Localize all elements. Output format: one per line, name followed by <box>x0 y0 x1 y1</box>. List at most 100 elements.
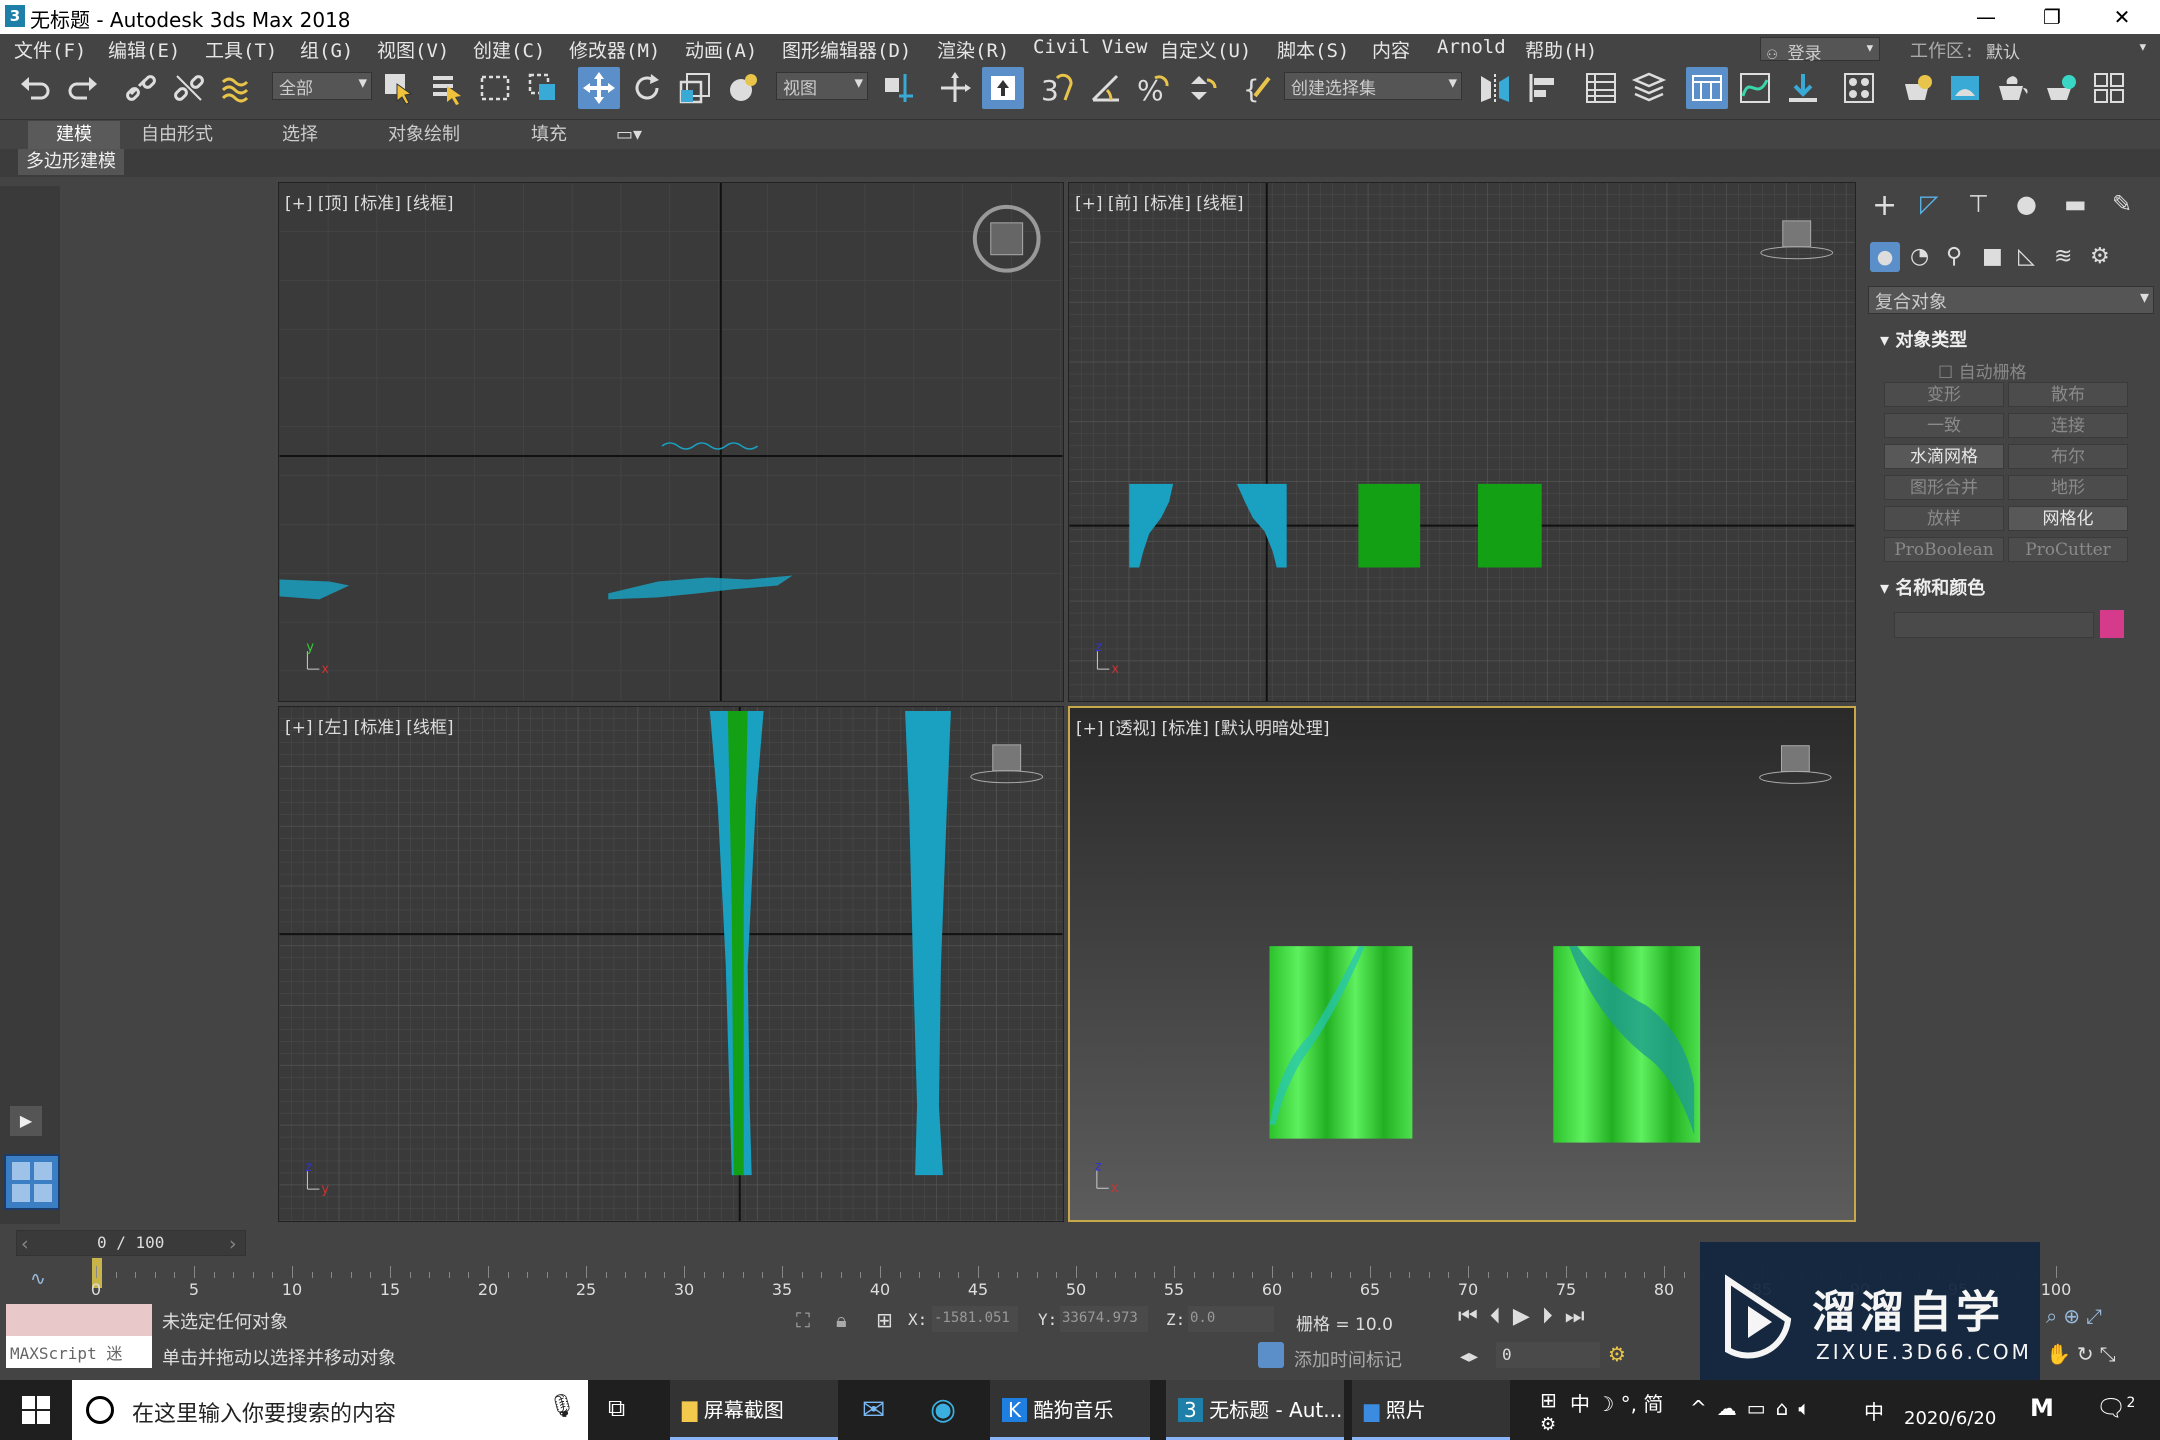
meet-now-icon[interactable]: M <box>2030 1394 2054 1422</box>
menu-file[interactable]: 文件(F) <box>14 36 86 63</box>
ime-grid-icon[interactable]: ⊞ <box>1540 1388 1557 1412</box>
time-tag-icon[interactable] <box>1258 1342 1284 1368</box>
btn-loft[interactable]: 放样 <box>1884 506 2004 531</box>
percent-snap-icon[interactable]: % <box>1132 67 1174 109</box>
menu-arnold[interactable]: Arnold <box>1437 36 1506 58</box>
menu-tools[interactable]: 工具(T) <box>205 36 277 63</box>
isolate-selection-icon[interactable]: ⛶ <box>796 1308 810 1332</box>
menu-scripting[interactable]: 脚本(S) <box>1277 36 1349 63</box>
taskbar-app-kugou[interactable]: K 酷狗音乐 <box>990 1380 1150 1440</box>
btn-procutter[interactable]: ProCutter <box>2008 537 2128 562</box>
menu-graph-editors[interactable]: 图形编辑器(D) <box>782 36 911 63</box>
curtain-perspective-1[interactable] <box>1269 946 1413 1139</box>
menu-content[interactable]: 内容 <box>1372 36 1410 63</box>
viewport-label-perspective[interactable]: [+] [透视] [标准] [默认明暗处理] <box>1076 714 1330 739</box>
ime-settings-icon[interactable]: ⚙ <box>1540 1414 1556 1435</box>
windows-start-icon[interactable] <box>22 1396 50 1424</box>
select-and-rotate-icon[interactable] <box>626 67 668 109</box>
shapes-icon[interactable]: ◔ <box>1910 244 1929 269</box>
lights-icon[interactable]: ⚲ <box>1946 244 1962 269</box>
maxscript-mini-listener[interactable]: MAXScript 迷 <box>6 1336 152 1368</box>
rollout-name-and-color[interactable]: ▾ 名称和颜色 <box>1880 574 1985 600</box>
select-by-name-icon[interactable] <box>426 67 468 109</box>
scene-explorer-icon[interactable] <box>1580 67 1622 109</box>
edit-named-selection-icon[interactable]: { <box>1238 67 1280 109</box>
render-setup-icon[interactable] <box>1896 67 1938 109</box>
a360-gallery-icon[interactable] <box>2088 67 2130 109</box>
tab-freeform[interactable]: 自由形式 <box>125 121 229 149</box>
x-coordinate-field[interactable]: -1581.051 <box>932 1306 1018 1332</box>
y-coordinate-field[interactable]: 33674.973 <box>1060 1306 1148 1332</box>
viewport-left[interactable]: zy [+] [左] [标准] [线框] <box>278 706 1064 1222</box>
btn-terrain[interactable]: 地形 <box>2008 475 2128 500</box>
login-dropdown[interactable]: ⚇ 登录 <box>1760 37 1880 64</box>
prev-frame-icon[interactable]: ‹ <box>21 1233 29 1255</box>
btn-conform[interactable]: 一致 <box>1884 413 2004 438</box>
zoom-extents-icon[interactable]: ⤢ <box>2086 1304 2108 1328</box>
menu-create[interactable]: 创建(C) <box>473 36 545 63</box>
ribbon-options-icon[interactable]: ▭▾ <box>600 121 658 149</box>
rendered-frame-window-icon[interactable] <box>1944 67 1986 109</box>
menu-animation[interactable]: 动画(A) <box>685 36 757 63</box>
ime-status[interactable]: 中 ☽ °, 简 <box>1570 1388 1663 1417</box>
object-category-dropdown[interactable]: 复合对象 <box>1868 286 2154 314</box>
pan-icon[interactable]: ✋ <box>2046 1342 2077 1366</box>
viewport-perspective[interactable]: zx [+] [透视] [标准] [默认明暗处理] <box>1068 706 1856 1222</box>
pivot-center-icon[interactable] <box>878 67 920 109</box>
add-time-tag[interactable]: 添加时间标记 <box>1294 1346 1402 1372</box>
btn-morph[interactable]: 变形 <box>1884 382 2004 407</box>
lock-selection-icon[interactable]: 🔒︎ <box>836 1308 847 1332</box>
absolute-transform-icon[interactable]: ⊞ <box>876 1308 893 1332</box>
expand-explorer-icon[interactable]: ▶ <box>10 1106 42 1136</box>
object-name-field[interactable] <box>1894 612 2094 638</box>
btn-mesher[interactable]: 网格化 <box>2008 506 2128 531</box>
tray-expand-icon[interactable]: ^ <box>1690 1396 1717 1420</box>
rectangular-selection-icon[interactable] <box>474 67 516 109</box>
volume-icon[interactable]: 🔈︎ <box>1798 1396 1820 1420</box>
select-manipulate-icon[interactable] <box>934 67 976 109</box>
previous-frame-icon[interactable]: ⏴ <box>1490 1304 1513 1329</box>
curve-editor-icon[interactable] <box>1734 67 1776 109</box>
display-tab-icon[interactable]: ▬ <box>2064 190 2087 218</box>
go-to-end-icon[interactable]: ⏭ <box>1565 1304 1597 1329</box>
viewport-label-front[interactable]: [+] [前] [标准] [线框] <box>1075 189 1244 214</box>
battery-icon[interactable]: ▭ <box>1747 1396 1776 1420</box>
curve-editor-toggle-icon[interactable]: ∿ <box>30 1268 46 1290</box>
go-to-start-icon[interactable]: ⏮ <box>1458 1304 1490 1329</box>
menu-rendering[interactable]: 渲染(R) <box>937 36 1009 63</box>
viewport-layout-icon[interactable] <box>4 1154 60 1210</box>
select-and-scale-icon[interactable] <box>674 67 716 109</box>
curtain-front-3[interactable] <box>1358 483 1421 568</box>
object-color-swatch[interactable] <box>2100 610 2124 638</box>
viewport-label-left[interactable]: [+] [左] [标准] [线框] <box>285 713 454 738</box>
next-frame-icon[interactable]: ⏵ <box>1542 1304 1565 1329</box>
menu-customize[interactable]: 自定义(U) <box>1160 36 1251 63</box>
window-crossing-icon[interactable] <box>522 67 564 109</box>
undo-icon[interactable] <box>14 67 56 109</box>
close-button[interactable]: ✕ <box>2090 0 2154 34</box>
schematic-view-icon[interactable] <box>1782 67 1824 109</box>
notification-center-icon[interactable]: 🗨︎2 <box>2096 1394 2135 1422</box>
geometry-icon[interactable]: ● <box>1870 242 1900 272</box>
snaps-toggle-icon[interactable]: 3 <box>1036 67 1078 109</box>
btn-boolean[interactable]: 布尔 <box>2008 444 2128 469</box>
material-editor-icon[interactable] <box>1838 67 1880 109</box>
keyboard-shortcut-override-icon[interactable] <box>982 67 1024 109</box>
clock-date[interactable]: 2020/6/20 <box>1904 1408 1996 1429</box>
utilities-tab-icon[interactable]: ✎ <box>2112 190 2132 218</box>
zoom-icon[interactable]: ⌕ <box>2046 1304 2063 1328</box>
btn-shapemerge[interactable]: 图形合并 <box>1884 475 2004 500</box>
restore-button[interactable]: ❐ <box>2020 0 2084 34</box>
named-selection-dropdown[interactable]: 创建选择集 <box>1284 72 1462 100</box>
tab-object-paint[interactable]: 对象绘制 <box>372 121 476 149</box>
motion-tab-icon[interactable]: ● <box>2016 190 2037 218</box>
angle-snap-icon[interactable] <box>1084 67 1126 109</box>
edge-browser-icon[interactable]: ◉ <box>930 1380 956 1440</box>
btn-proboolean[interactable]: ProBoolean <box>1884 537 2004 562</box>
taskbar-app-screenshot[interactable]: ▇ 屏幕截图 <box>670 1380 838 1440</box>
tab-selection[interactable]: 选择 <box>266 121 334 149</box>
redo-icon[interactable] <box>62 67 104 109</box>
systems-icon[interactable]: ⚙ <box>2090 244 2110 269</box>
taskbar-search-box[interactable]: 在这里输入你要搜索的内容 🎙︎ <box>72 1380 588 1440</box>
create-tab-icon[interactable]: + <box>1872 188 1897 223</box>
